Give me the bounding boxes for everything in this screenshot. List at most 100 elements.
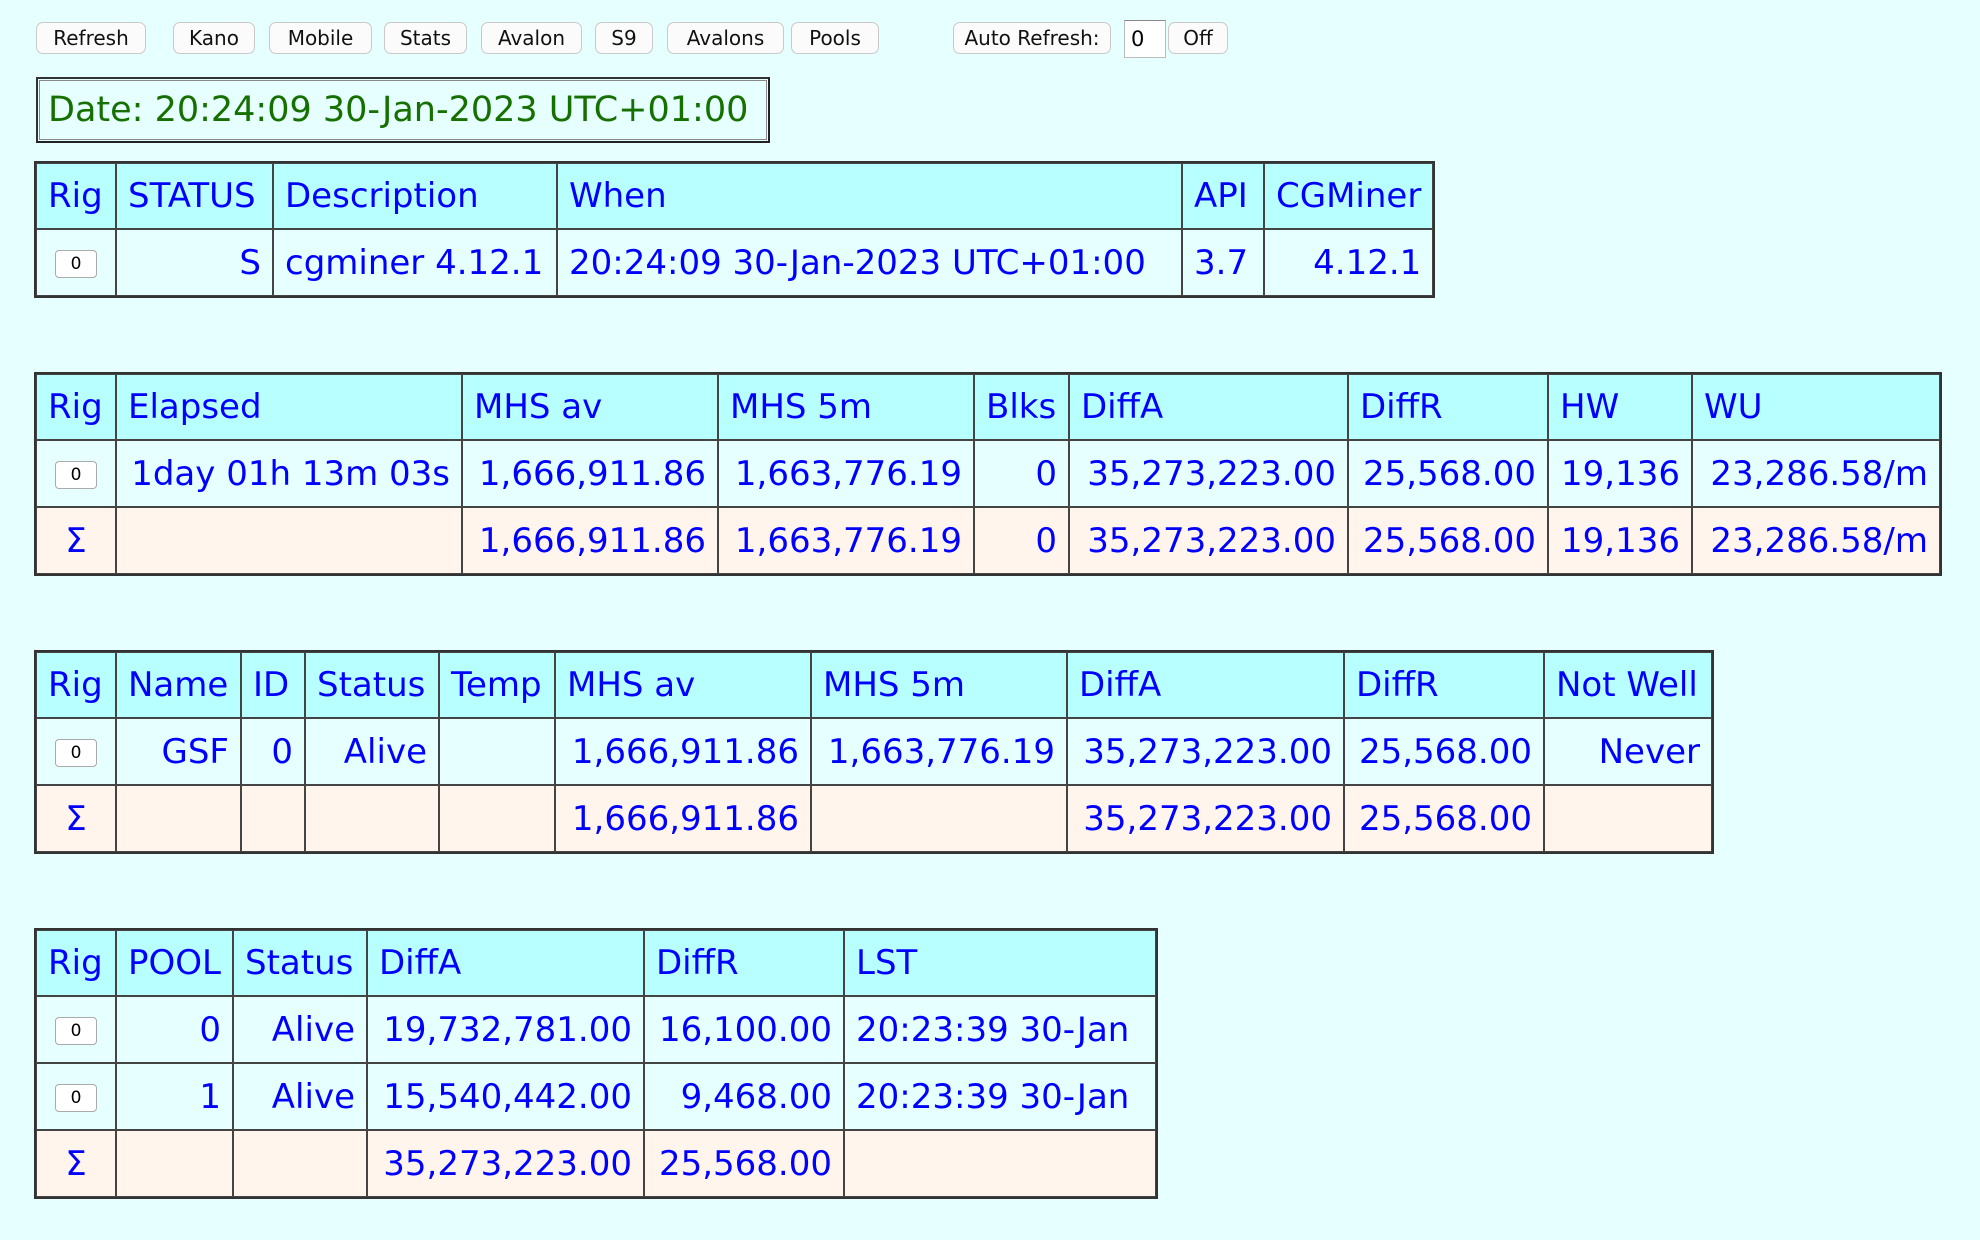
api-cell: 3.7: [1182, 229, 1264, 296]
rig-button[interactable]: 0: [55, 1017, 97, 1045]
status-cell: Alive: [233, 1063, 367, 1130]
hw-cell: 19,136: [1548, 440, 1692, 507]
pools-table: Rig POOL Status DiffA DiffR LST 0 0 Aliv…: [34, 928, 1158, 1199]
not-well-cell: Never: [1544, 718, 1712, 785]
kano-button[interactable]: Kano: [173, 22, 255, 54]
pool-cell: [116, 1130, 233, 1197]
table-row: 0 0 Alive 19,732,781.00 16,100.00 20:23:…: [36, 996, 1156, 1063]
rig-cell: 0: [36, 1063, 116, 1130]
description-cell: cgminer 4.12.1: [273, 229, 557, 296]
diffa-cell: 35,273,223.00: [1069, 440, 1348, 507]
table-header-row: Rig Name ID Status Temp MHS av MHS 5m Di…: [36, 652, 1712, 718]
table-row: 0 GSF 0 Alive 1,666,911.86 1,663,776.19 …: [36, 718, 1712, 785]
diffr-cell: 25,568.00: [1344, 785, 1544, 852]
col-diffr: DiffR: [1344, 652, 1544, 718]
col-rig: Rig: [36, 652, 116, 718]
diffa-cell: 19,732,781.00: [367, 996, 644, 1063]
diffa-cell: 15,540,442.00: [367, 1063, 644, 1130]
summary-table: Rig STATUS Description When API CGMiner …: [34, 161, 1436, 298]
mhs-5m-cell: [811, 785, 1067, 852]
rig-button[interactable]: 0: [55, 461, 97, 489]
pool-cell: 1: [116, 1063, 233, 1130]
id-cell: 0: [241, 718, 305, 785]
status-cell: S: [116, 229, 273, 296]
lst-cell: 20:23:39 30-Jan: [844, 996, 1156, 1063]
col-status: Status: [305, 652, 439, 718]
diffr-cell: 25,568.00: [1348, 440, 1548, 507]
status-cell: Alive: [233, 996, 367, 1063]
pool-cell: 0: [116, 996, 233, 1063]
avalon-button[interactable]: Avalon: [481, 22, 582, 54]
rig-cell: 0: [36, 996, 116, 1063]
col-not-well: Not Well: [1544, 652, 1712, 718]
devs-table: Rig Elapsed MHS av MHS 5m Blks DiffA Dif…: [34, 372, 1942, 576]
mhs-av-cell: 1,666,911.86: [462, 440, 718, 507]
rig-cell: 0: [36, 229, 116, 296]
blks-cell: 0: [974, 507, 1069, 574]
diffa-cell: 35,273,223.00: [1067, 785, 1344, 852]
table-row: 0 1day 01h 13m 03s 1,666,911.86 1,663,77…: [36, 440, 1940, 507]
rig-button[interactable]: 0: [55, 1084, 97, 1112]
rig-button[interactable]: 0: [55, 250, 97, 278]
refresh-button[interactable]: Refresh: [36, 22, 146, 54]
status-cell: Alive: [305, 718, 439, 785]
col-diffr: DiffR: [644, 930, 844, 996]
pools-button[interactable]: Pools: [791, 22, 879, 54]
elapsed-cell: [116, 507, 462, 574]
mhs-5m-cell: 1,663,776.19: [718, 440, 974, 507]
temp-cell: [439, 785, 555, 852]
col-wu: WU: [1692, 374, 1940, 440]
diffr-cell: 16,100.00: [644, 996, 844, 1063]
col-rig: Rig: [36, 163, 116, 229]
rig-button[interactable]: 0: [55, 739, 97, 767]
table-header-row: Rig STATUS Description When API CGMiner: [36, 163, 1434, 229]
col-diffa: DiffA: [367, 930, 644, 996]
col-elapsed: Elapsed: [116, 374, 462, 440]
not-well-cell: [1544, 785, 1712, 852]
cgminer-cell: 4.12.1: [1264, 229, 1434, 296]
col-cgminer: CGMiner: [1264, 163, 1434, 229]
col-mhs-av: MHS av: [555, 652, 811, 718]
mobile-button[interactable]: Mobile: [269, 22, 372, 54]
wu-cell: 23,286.58/m: [1692, 440, 1940, 507]
mhs-av-cell: 1,666,911.86: [462, 507, 718, 574]
devices-table: Rig Name ID Status Temp MHS av MHS 5m Di…: [34, 650, 1714, 854]
rig-cell: 0: [36, 440, 116, 507]
auto-refresh-button[interactable]: Auto Refresh:: [953, 22, 1111, 54]
col-pool: POOL: [116, 930, 233, 996]
sigma-cell: Σ: [36, 507, 116, 574]
avalons-button[interactable]: Avalons: [667, 22, 784, 54]
auto-refresh-input[interactable]: [1124, 20, 1166, 58]
table-header-row: Rig POOL Status DiffA DiffR LST: [36, 930, 1156, 996]
diffr-cell: 25,568.00: [1344, 718, 1544, 785]
elapsed-cell: 1day 01h 13m 03s: [116, 440, 462, 507]
total-row: Σ 1,666,911.86 1,663,776.19 0 35,273,223…: [36, 507, 1940, 574]
col-diffa: DiffA: [1069, 374, 1348, 440]
col-rig: Rig: [36, 374, 116, 440]
col-diffa: DiffA: [1067, 652, 1344, 718]
stats-button[interactable]: Stats: [384, 22, 467, 54]
sigma-cell: Σ: [36, 785, 116, 852]
lst-cell: [844, 1130, 1156, 1197]
col-hw: HW: [1548, 374, 1692, 440]
temp-cell: [439, 718, 555, 785]
status-cell: [233, 1130, 367, 1197]
col-mhs-av: MHS av: [462, 374, 718, 440]
name-cell: [116, 785, 241, 852]
mhs-5m-cell: 1,663,776.19: [718, 507, 974, 574]
diffa-cell: 35,273,223.00: [1069, 507, 1348, 574]
col-rig: Rig: [36, 930, 116, 996]
mhs-av-cell: 1,666,911.86: [555, 718, 811, 785]
lst-cell: 20:23:39 30-Jan: [844, 1063, 1156, 1130]
sigma-cell: Σ: [36, 1130, 116, 1197]
hw-cell: 19,136: [1548, 507, 1692, 574]
wu-cell: 23,286.58/m: [1692, 507, 1940, 574]
s9-button[interactable]: S9: [595, 22, 653, 54]
mhs-av-cell: 1,666,911.86: [555, 785, 811, 852]
name-cell: GSF: [116, 718, 241, 785]
col-diffr: DiffR: [1348, 374, 1548, 440]
off-button[interactable]: Off: [1168, 22, 1228, 54]
col-id: ID: [241, 652, 305, 718]
diffr-cell: 25,568.00: [644, 1130, 844, 1197]
col-mhs-5m: MHS 5m: [718, 374, 974, 440]
